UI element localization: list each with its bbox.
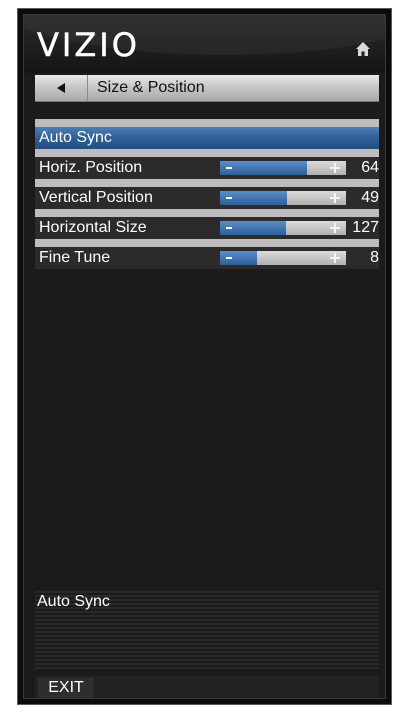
horizontal-size-slider[interactable] (220, 221, 346, 235)
menu-item-label: Horiz. Position (39, 159, 143, 176)
menu-title: Size & Position (97, 79, 205, 96)
menu-item-horizontal-size[interactable]: Horizontal Size 127 (35, 209, 379, 239)
menu-header: VIZIO (24, 15, 385, 73)
menu-item-label: Horizontal Size (39, 219, 147, 236)
menu-panel: VIZIO Size & Position Auto Sync Horiz. P… (23, 14, 386, 699)
left-triangle-icon (57, 83, 65, 93)
vertical-position-slider[interactable] (220, 191, 346, 205)
menu-item-fine-tune[interactable]: Fine Tune 8 (35, 239, 379, 269)
menu-title-bar: Size & Position (35, 75, 379, 102)
slider-value: 127 (352, 219, 379, 236)
minus-icon (226, 257, 232, 259)
tv-menu-frame: VIZIO Size & Position Auto Sync Horiz. P… (17, 8, 392, 705)
slider-fill (220, 161, 307, 175)
minus-icon (226, 197, 232, 199)
back-button[interactable] (35, 75, 88, 101)
menu-item-label: Auto Sync (39, 129, 112, 146)
exit-button[interactable]: EXIT (38, 678, 94, 698)
horiz-position-slider[interactable] (220, 161, 346, 175)
menu-item-label: Vertical Position (39, 189, 153, 206)
vizio-logo: VIZIO (37, 26, 140, 64)
menu-item-vertical-position[interactable]: Vertical Position 49 (35, 179, 379, 209)
plus-icon (330, 223, 340, 233)
description-area: Auto Sync (35, 591, 379, 671)
slider-value: 8 (370, 249, 379, 266)
menu-item-horiz-position[interactable]: Horiz. Position 64 (35, 149, 379, 179)
slider-value: 49 (361, 189, 379, 206)
plus-icon (330, 253, 340, 263)
plus-icon (330, 193, 340, 203)
slider-value: 64 (361, 159, 379, 176)
menu-item-label: Fine Tune (39, 249, 111, 266)
menu-footer: EXIT (35, 676, 379, 698)
home-icon[interactable] (355, 41, 371, 57)
menu-item-auto-sync[interactable]: Auto Sync (35, 119, 379, 149)
plus-icon (330, 163, 340, 173)
minus-icon (226, 167, 232, 169)
minus-icon (226, 227, 232, 229)
description-text: Auto Sync (37, 593, 110, 610)
fine-tune-slider[interactable] (220, 251, 346, 265)
